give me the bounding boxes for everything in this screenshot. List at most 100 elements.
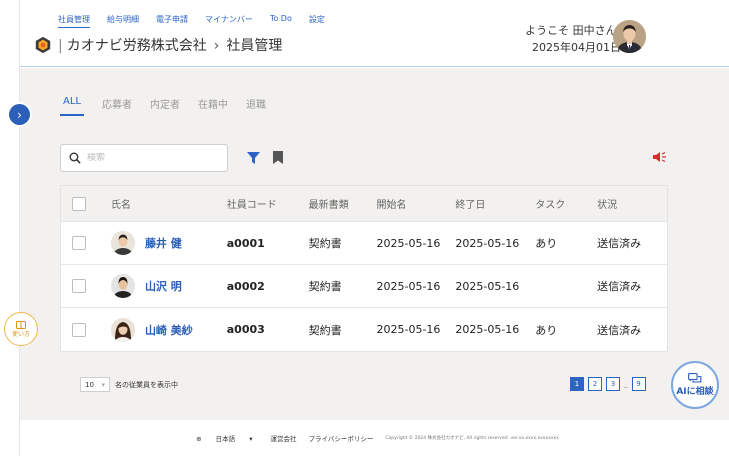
- page-button-1[interactable]: 1: [570, 377, 584, 391]
- header: 社員管理 給与明細 電子申請 マイナンバー To Do 設定 | カオナビ労務株式…: [20, 0, 729, 67]
- page-title: 社員管理: [226, 38, 283, 54]
- chevron-down-icon: ▾: [101, 380, 105, 389]
- column-header-start[interactable]: 開始名: [377, 196, 456, 211]
- current-date: 2025年04月01日: [532, 41, 621, 54]
- start-date: 2025-05-16: [376, 323, 441, 336]
- tab-retired[interactable]: 退職: [246, 96, 266, 116]
- employee-code: a0002: [226, 279, 265, 293]
- breadcrumb-chevron-icon: ›: [213, 38, 220, 54]
- left-rail: [0, 0, 20, 456]
- column-header-name[interactable]: 氏名: [111, 196, 227, 211]
- page-button-3[interactable]: 3: [606, 377, 620, 391]
- search-box: [60, 144, 228, 172]
- brand: | カオナビ労務株式会社 › 社員管理: [34, 35, 282, 55]
- user-avatar[interactable]: [613, 20, 646, 53]
- row-checkbox[interactable]: [72, 279, 86, 293]
- page-footer: ⊕ 日本語 ▾ 運営会社 プライバシーポリシー Copyright © 2024…: [20, 420, 729, 456]
- copyright-text: Copyright © 2024 株式会社カオナビ, All rights re…: [385, 436, 559, 441]
- end-date: 2025-05-16: [455, 279, 520, 293]
- column-header-code[interactable]: 社員コード: [227, 196, 309, 211]
- latest-document: 契約書: [308, 280, 342, 293]
- ai-consult-button[interactable]: AIに相談: [671, 361, 719, 409]
- table-row[interactable]: 山沢 明 a0002 契約書 2025-05-16 2025-05-16 送信済…: [61, 265, 667, 308]
- nav-e-application[interactable]: 電子申請: [156, 14, 188, 28]
- column-header-status[interactable]: 状況: [597, 196, 667, 211]
- employee-name[interactable]: 山沢 明: [145, 278, 182, 294]
- employee-code: a0001: [226, 236, 265, 250]
- employee-name[interactable]: 山崎 美紗: [145, 322, 193, 338]
- company-link[interactable]: 運営会社: [270, 433, 296, 443]
- search-icon: [69, 152, 81, 164]
- page-button-last[interactable]: 9: [631, 377, 646, 391]
- employee-avatar: [110, 317, 135, 342]
- bookmark-icon[interactable]: [273, 151, 283, 164]
- nav-my-number[interactable]: マイナンバー: [205, 14, 253, 28]
- filter-icon[interactable]: [247, 152, 260, 164]
- usage-guide-button[interactable]: 使い方: [4, 312, 38, 346]
- table-row[interactable]: 山崎 美紗 a0003 契約書 2025-05-16 2025-05-16 あり…: [61, 308, 667, 351]
- send-status: 送信済み: [597, 323, 642, 337]
- usage-guide-label: 使い方: [11, 330, 30, 338]
- privacy-policy-link[interactable]: プライバシーポリシー: [308, 433, 373, 443]
- employee-avatar: [110, 274, 135, 298]
- table-header: 氏名 社員コード 最新書類 開始名 終了日 タスク 状況: [61, 186, 667, 222]
- nav-payslip[interactable]: 給与明細: [107, 14, 139, 28]
- pagination: 1 2 3 _ 9: [570, 377, 650, 391]
- language-selector[interactable]: ⊕ 日本語 ▾: [190, 433, 258, 443]
- tab-applicants[interactable]: 応募者: [102, 96, 132, 116]
- male-avatar-icon: [110, 274, 135, 298]
- select-all-checkbox[interactable]: [72, 196, 86, 211]
- start-date: 2025-05-16: [376, 279, 441, 293]
- per-page-label: 名の従業員を表示中: [115, 380, 178, 389]
- top-nav: 社員管理 給与明細 電子申請 マイナンバー To Do 設定: [58, 14, 342, 28]
- end-date: 2025-05-16: [455, 236, 520, 250]
- per-page-control: 10 ▾ 名の従業員を表示中: [80, 377, 178, 392]
- tab-employed[interactable]: 在籍中: [198, 96, 228, 116]
- sidebar-toggle-button[interactable]: ›: [9, 104, 30, 125]
- per-page-select[interactable]: 10 ▾: [80, 377, 110, 392]
- latest-document: 契約書: [308, 237, 342, 250]
- nav-todo[interactable]: To Do: [270, 14, 292, 28]
- tab-all[interactable]: ALL: [60, 96, 84, 116]
- table-row[interactable]: 藤井 健 a0001 契約書 2025-05-16 2025-05-16 あり …: [61, 222, 667, 265]
- column-header-task[interactable]: タスク: [535, 196, 597, 211]
- end-date: 2025-05-16: [455, 323, 520, 336]
- status-tabs: ALL 応募者 内定者 在籍中 退職: [60, 96, 284, 116]
- welcome-block: ようこそ 田中さん! 2025年04月01日: [525, 22, 621, 56]
- per-page-value: 10: [85, 380, 94, 389]
- row-checkbox[interactable]: [72, 236, 86, 250]
- column-header-document[interactable]: 最新書類: [309, 196, 377, 211]
- task-status: あり: [535, 237, 558, 250]
- employee-avatar: [110, 231, 135, 255]
- send-status: 送信済み: [597, 237, 642, 250]
- male-avatar-icon: [110, 231, 135, 255]
- column-header-end[interactable]: 終了日: [455, 196, 535, 211]
- company-name: カオナビ労務株式会社: [66, 38, 207, 54]
- start-date: 2025-05-16: [376, 236, 441, 250]
- task-status: あり: [535, 323, 558, 337]
- speaker-icon[interactable]: [653, 151, 667, 163]
- ai-consult-label: AIに相談: [676, 387, 714, 397]
- breadcrumb: | カオナビ労務株式会社 › 社員管理: [58, 35, 282, 55]
- send-status: 送信済み: [597, 280, 642, 293]
- book-icon: [16, 320, 26, 329]
- page-button-2[interactable]: 2: [588, 377, 602, 391]
- breadcrumb-separator: |: [58, 38, 63, 54]
- employee-name[interactable]: 藤井 健: [145, 235, 182, 251]
- pagination-ellipsis: _: [624, 380, 628, 388]
- globe-icon: ⊕: [196, 435, 202, 443]
- tab-offered[interactable]: 内定者: [150, 96, 180, 116]
- search-input[interactable]: [87, 153, 217, 163]
- employee-table: 氏名 社員コード 最新書類 開始名 終了日 タスク 状況 藤井 健 a0001 …: [60, 185, 668, 352]
- caret-down-icon: ▾: [249, 435, 253, 443]
- main-content: ALL 応募者 内定者 在籍中 退職 氏名 社員コード 最新書類 開始名 終了日…: [20, 68, 729, 420]
- chevron-right-icon: ›: [17, 107, 22, 122]
- latest-document: 契約書: [308, 323, 342, 337]
- company-logo-icon: [35, 36, 51, 54]
- chat-icon: [688, 373, 702, 383]
- nav-employee-management[interactable]: 社員管理: [58, 14, 90, 28]
- nav-settings[interactable]: 設定: [309, 14, 325, 28]
- row-checkbox[interactable]: [72, 322, 86, 337]
- employee-code: a0003: [226, 323, 265, 336]
- welcome-text: ようこそ 田中さん!: [525, 24, 621, 37]
